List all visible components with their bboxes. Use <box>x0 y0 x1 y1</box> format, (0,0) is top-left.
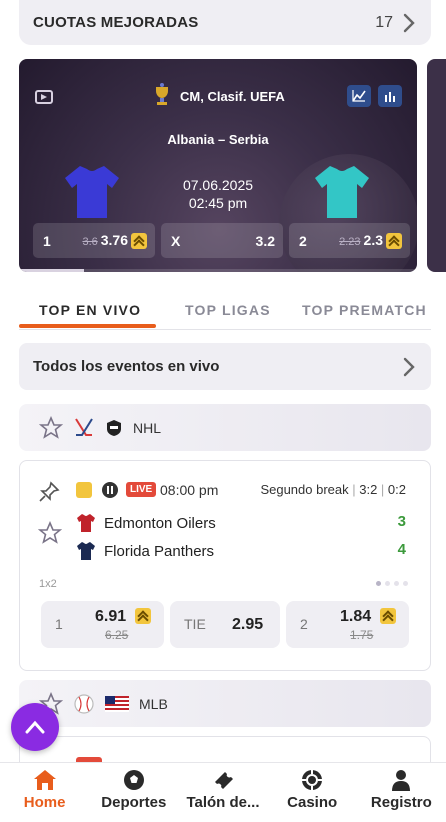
boosted-odds-bar[interactable]: CUOTAS MEJORADAS 17 <box>19 0 431 45</box>
odds-value: 1.84 <box>340 608 372 625</box>
boosted-odds-count: 17 <box>375 13 393 31</box>
usa-flag-icon <box>105 695 129 712</box>
odds-away-button[interactable]: 2 2.23 2.3 <box>289 223 410 258</box>
tab-top-leagues[interactable]: TOP LIGAS <box>185 302 271 318</box>
scroll-top-button[interactable] <box>11 703 59 751</box>
event-status: Segundo break | 3:2 | 0:2 <box>260 482 406 497</box>
home-jersey-icon <box>77 514 95 532</box>
odds-value: 3.76 <box>100 231 128 248</box>
all-live-events-button[interactable]: Todos los eventos en vivo <box>19 343 431 390</box>
team-name: Edmonton Oilers <box>104 514 216 532</box>
casino-chip-icon <box>302 770 323 790</box>
league-name: NHL <box>133 419 162 436</box>
period2-score: 0:2 <box>387 482 406 497</box>
home-icon <box>33 770 56 790</box>
odds-old: 1.75 <box>350 628 374 642</box>
featured-match-card[interactable]: CM, Clasif. UEFA Albania – Serbia 07.06.… <box>19 59 417 272</box>
boost-icon <box>386 233 402 250</box>
competition-name: CM, Clasif. UEFA <box>180 89 285 104</box>
odds-label: 1 <box>43 232 51 249</box>
star-icon[interactable] <box>39 415 63 440</box>
live-badge: LIVE <box>126 482 157 497</box>
nav-sports[interactable]: Deportes <box>89 763 178 822</box>
team-score: 4 <box>397 541 406 558</box>
star-icon[interactable] <box>38 521 62 545</box>
team-home: Edmonton Oilers <box>76 513 216 533</box>
nav-label: Registro <box>370 794 432 811</box>
odds-label: 2 <box>300 616 308 632</box>
soccer-ball-icon <box>123 770 144 790</box>
odds-draw-button[interactable]: X 3.2 <box>161 223 283 258</box>
boost-icon <box>135 608 151 624</box>
trophy-icon <box>156 83 168 105</box>
away-jersey-icon <box>77 542 95 560</box>
bottom-navigation: Home Deportes Talón de... Casino Registr… <box>0 762 446 822</box>
baseball-icon <box>74 693 94 714</box>
league-header-nhl[interactable]: NHL <box>19 404 431 451</box>
active-tab-indicator <box>19 324 156 328</box>
odds-value: 2.3 <box>363 231 383 248</box>
odds-label: 1 <box>55 616 63 632</box>
chevron-right-icon <box>403 13 415 32</box>
odds-home-button[interactable]: 1 6.91 6.25 <box>41 601 164 648</box>
section-tabs: TOP EN VIVO TOP LIGAS TOP PREMATCH <box>19 290 431 330</box>
odds-value: 6.91 <box>95 608 127 625</box>
video-icon[interactable] <box>35 90 53 104</box>
odds-label: 2 <box>299 232 307 249</box>
boost-icon <box>380 608 396 624</box>
hockey-icon <box>75 417 93 436</box>
stats-chart-icon[interactable] <box>347 85 371 107</box>
next-featured-card-peek[interactable] <box>427 59 446 272</box>
odds-away-button[interactable]: 2 1.84 1.75 <box>286 601 409 648</box>
boost-icon <box>131 233 147 250</box>
market-name: 1x2 <box>39 578 57 590</box>
pin-icon[interactable] <box>38 481 60 503</box>
nav-home[interactable]: Home <box>0 763 89 822</box>
odds-old: 3.6 <box>82 235 98 248</box>
tab-top-prematch[interactable]: TOP PREMATCH <box>302 302 427 318</box>
chevron-up-icon <box>25 720 45 734</box>
team-name: Florida Panthers <box>104 542 215 560</box>
team-away: Florida Panthers <box>76 541 214 561</box>
market-pager-dots <box>376 581 408 586</box>
event-time: 08:00 pm <box>160 482 219 498</box>
match-title: Albania – Serbia <box>167 132 269 147</box>
odds-value: 2.95 <box>232 616 264 633</box>
all-live-events-label: Todos los eventos en vivo <box>33 358 220 375</box>
carousel-progress <box>19 269 417 272</box>
nav-betslip[interactable]: Talón de... <box>178 763 267 822</box>
odds-value: 3.2 <box>255 232 275 249</box>
chevron-right-icon <box>403 357 415 376</box>
match-datetime: 07.06.2025 02:45 pm <box>19 176 417 212</box>
league-header-mlb[interactable]: MLB <box>19 680 431 727</box>
league-name: MLB <box>139 695 168 712</box>
period-score: 3:2 <box>359 482 378 497</box>
user-icon <box>392 770 411 791</box>
odds-old: 2.23 <box>339 235 361 248</box>
tab-top-live[interactable]: TOP EN VIVO <box>39 302 141 318</box>
odds-label: TIE <box>184 616 206 632</box>
event-period: Segundo break <box>260 482 349 497</box>
match-time: 02:45 pm <box>188 195 248 211</box>
nav-label: Casino <box>287 794 338 811</box>
nav-label: Deportes <box>101 794 167 811</box>
team-score: 3 <box>397 513 406 530</box>
bar-stats-icon[interactable] <box>378 85 402 107</box>
odds-label: X <box>171 232 181 249</box>
nav-label: Home <box>23 794 66 811</box>
nhl-logo-icon <box>107 419 121 436</box>
nav-register[interactable]: Registro <box>357 763 446 822</box>
nav-casino[interactable]: Casino <box>268 763 357 822</box>
ticket-icon <box>214 772 233 789</box>
boosted-market-icon <box>76 482 92 498</box>
nav-label: Talón de... <box>186 794 260 811</box>
odds-home-button[interactable]: 1 3.6 3.76 <box>33 223 155 258</box>
live-event-card[interactable]: LIVE 08:00 pm Segundo break | 3:2 | 0:2 … <box>19 460 431 671</box>
odds-old: 6.25 <box>105 628 129 642</box>
match-date: 07.06.2025 <box>182 177 254 193</box>
odds-tie-button[interactable]: TIE 2.95 <box>170 601 280 648</box>
pause-icon <box>102 482 118 498</box>
boosted-odds-title: CUOTAS MEJORADAS <box>33 14 199 31</box>
